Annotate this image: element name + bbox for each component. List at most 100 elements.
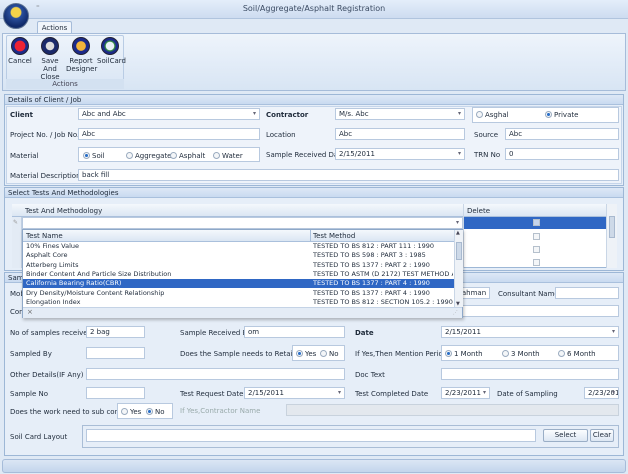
doc-text-input[interactable] [441,368,619,380]
test-method-cell: TESTED TO BS 1377 : PART 4 : 1990 [313,279,430,288]
trn-input[interactable]: 0 [505,148,619,160]
window-title: Soil/Aggregate/Asphalt Registration [242,4,386,13]
sample-no-input[interactable] [86,387,145,399]
material-label: Material [10,152,39,160]
test-name-cell: Dry Density/Moisture Content Relationshi… [26,288,165,297]
test-method-cell: TESTED TO BS 1377 : PART 4 : 1990 [313,288,430,297]
radio-6-month[interactable]: 6 Month [558,349,596,359]
retain-label: Does the Sample needs to Retained [180,350,306,358]
col-delete-header[interactable]: Delete [467,206,490,216]
test-name-cell: Atterberg Limits [26,260,79,269]
col-test-method-header[interactable]: Test Method [313,231,355,241]
popup-row[interactable]: California Bearing Ratio(CBR) TESTED TO B… [23,279,454,289]
delete-checkbox[interactable] [533,259,540,266]
popup-row[interactable]: Elongation Index TESTED TO BS 812 : SECTI… [23,298,454,307]
test-name-cell: 10% Fines Value [26,242,80,250]
num-samples-label: No of samples received [10,329,93,337]
popup-row[interactable]: Asphalt Core TESTED TO BS 598 : PART 3 : … [23,251,454,260]
material-description-input[interactable]: back fill [78,169,619,181]
material-description-label: Material Description [10,172,81,180]
scroll-up-icon[interactable]: ▲ [456,230,460,236]
col-test-header[interactable]: Test And Methodology [25,206,102,216]
test-name-cell: California Bearing Ratio(CBR) [26,279,122,288]
other-details-label: Other Details(IF Any) [10,371,84,379]
radio-1-month[interactable]: 1 Month [445,349,483,359]
request-date-picker[interactable]: 2/15/2011 [244,387,345,399]
radio-3-month[interactable]: 3 Month [502,349,540,359]
radio-retain-no[interactable]: No [320,349,339,359]
popup-rows: 10% Fines Value TESTED TO BS 812 : PART 1… [23,242,464,307]
sampled-by-input[interactable] [86,347,145,359]
sampling-date-label: Date of Sampling [497,390,558,398]
grid-scrollbar[interactable] [606,204,617,268]
ribbon-group-label: Actions [6,79,124,89]
radio-retain-yes[interactable]: Yes [296,349,316,359]
received-date-picker[interactable]: 2/15/2011 [335,148,465,160]
select-button[interactable]: Select [543,429,588,442]
received-by-input[interactable]: om [244,326,345,338]
radio-aggregate[interactable]: Aggregate [126,151,172,161]
report-designer-button[interactable]: Report Designer [66,37,97,73]
period-label: If Yes,Then Mention Period [355,350,448,358]
radio-asghal[interactable]: Asghal [476,110,509,120]
radio-sub-yes[interactable]: Yes [121,407,141,417]
popup-row[interactable]: Atterberg Limits TESTED TO BS 1377 : PART… [23,261,454,270]
contractor-label: Contractor [266,111,309,119]
other-details-input[interactable] [86,368,345,380]
test-dropdown-popup: Test Name Test Method 10% Fines Value TES… [22,229,463,318]
radio-asphalt[interactable]: Asphalt [170,151,205,161]
project-input[interactable]: Abc [78,128,260,140]
sampling-date-picker[interactable]: 2/23/2011 [584,387,619,399]
test-method-cell: TESTED TO BS 1377 : PART 2 : 1990 [313,260,430,269]
radio-sub-no[interactable]: No [146,407,165,417]
test-method-cell: TESTED TO ASTM (D 2172) TEST METHOD A :.… [313,269,453,278]
group-header: Select Tests And Methodologies [5,188,623,198]
client-label: Client [10,111,34,119]
col-test-name-header[interactable]: Test Name [26,231,63,241]
source-input[interactable]: Abc [505,128,619,140]
delete-checkbox[interactable] [533,233,540,240]
num-samples-input[interactable]: 2 bag [86,326,145,338]
consultant-input[interactable] [555,287,619,299]
delete-checkbox[interactable] [533,219,540,226]
popup-row[interactable]: Dry Density/Moisture Content Relationshi… [23,289,454,298]
test-name-cell: Asphalt Core [26,251,68,260]
tab-label: Actions [41,24,68,32]
test-name-cell: Elongation Index [26,297,81,306]
delete-checkbox[interactable] [533,246,540,253]
consultant-label: Consultant Name [498,290,559,298]
sample-no-label: Sample No [10,390,48,398]
cancel-button[interactable]: Cancel [8,37,32,65]
popup-row[interactable]: Binder Content And Particle Size Distrib… [23,270,454,279]
popup-footer [23,307,462,318]
radio-soil[interactable]: Soil [83,151,105,161]
popup-row[interactable]: 10% Fines Value TESTED TO BS 812 : PART 1… [23,242,454,251]
test-method-cell: TESTED TO BS 812 : SECTION 105.2 : 1990 … [313,297,453,306]
doc-text-label: Doc Text [355,371,385,379]
trn-label: TRN No [474,151,501,159]
client-combo[interactable]: Abc and Abc [78,108,260,120]
test-combo-editor[interactable] [22,217,463,229]
received-date-label: Sample Received Date [266,151,346,159]
cancel-icon [11,37,29,55]
location-label: Location [266,131,296,139]
test-name-cell: Binder Content And Particle Size Distrib… [26,269,172,278]
contractor-combo[interactable]: M/s. Abc [335,108,465,120]
resize-grip-icon[interactable]: ⋰ [453,308,458,318]
test-method-cell: TESTED TO BS 598 : PART 3 : 1985 [313,251,426,260]
scroll-thumb[interactable] [456,242,462,260]
date-picker[interactable]: 2/15/2011 [441,326,619,338]
col-divider [310,230,311,242]
clear-button[interactable]: Clear [590,429,614,442]
soil-card-layout-input[interactable] [86,429,536,442]
location-input[interactable]: Abc [335,128,465,140]
radio-water[interactable]: Water [213,151,243,161]
popup-close-icon[interactable]: × [27,307,33,317]
test-method-cell: TESTED TO BS 812 : PART 111 : 1990 [313,242,435,250]
completed-date-picker[interactable]: 2/23/2011 [441,387,490,399]
soilcard-button[interactable]: SoilCard [97,37,126,65]
sub-contractor-name-input [286,404,619,416]
radio-private[interactable]: Private [545,110,578,120]
popup-scrollbar[interactable]: ▲ ▼ [454,230,463,307]
save-and-close-button[interactable]: Save And Close [35,37,65,81]
